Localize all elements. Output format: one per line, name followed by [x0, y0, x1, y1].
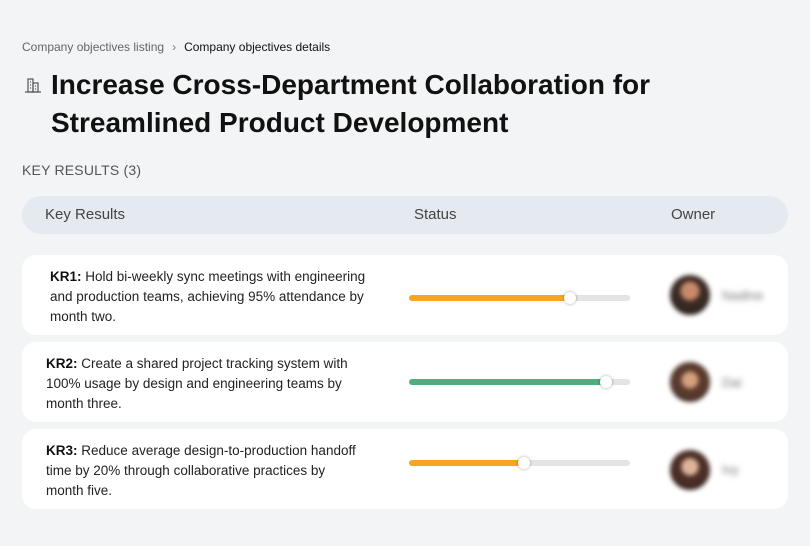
owner-name: Ivy [722, 462, 739, 477]
progress-bar[interactable] [409, 376, 630, 388]
breadcrumb-current: Company objectives details [184, 40, 331, 54]
progress-handle[interactable] [517, 457, 530, 469]
avatar[interactable] [670, 275, 710, 315]
key-result-row[interactable]: KR1: Hold bi-weekly sync meetings with e… [22, 255, 788, 335]
column-header-status[interactable]: Status [414, 206, 457, 223]
progress-fill [409, 379, 606, 385]
owner-name: Dai [722, 375, 742, 390]
owner-name: Nadine [722, 288, 764, 303]
avatar[interactable] [670, 362, 710, 402]
chevron-right-icon: › [172, 40, 177, 54]
progress-bar[interactable] [409, 292, 630, 304]
progress-fill [409, 460, 524, 466]
column-header-owner[interactable]: Owner [671, 206, 715, 223]
key-results-table-header: Key Results Status Owner [22, 196, 788, 234]
building-icon [25, 78, 41, 93]
key-result-text: Create a shared project tracking system … [46, 356, 348, 411]
key-result-row[interactable]: KR3: Reduce average design-to-production… [22, 429, 788, 509]
progress-handle[interactable] [599, 376, 612, 388]
breadcrumb: Company objectives listing › Company obj… [22, 40, 330, 54]
key-result-id: KR1: [50, 269, 82, 284]
key-result-row[interactable]: KR2: Create a shared project tracking sy… [22, 342, 788, 422]
avatar[interactable] [670, 450, 710, 490]
key-result-description: KR2: Create a shared project tracking sy… [46, 354, 366, 414]
progress-handle[interactable] [564, 292, 577, 304]
key-result-description: KR1: Hold bi-weekly sync meetings with e… [50, 267, 370, 327]
page-header: Increase Cross-Department Collaboration … [22, 66, 782, 142]
column-header-key-results[interactable]: Key Results [45, 206, 125, 223]
breadcrumb-link-objectives-listing[interactable]: Company objectives listing [22, 40, 164, 54]
key-result-text: Reduce average design-to-production hand… [46, 443, 356, 498]
key-results-count-label: KEY RESULTS (3) [22, 162, 142, 178]
page-title: Increase Cross-Department Collaboration … [51, 69, 651, 138]
key-result-id: KR2: [46, 356, 78, 371]
key-result-text: Hold bi-weekly sync meetings with engine… [50, 269, 366, 324]
key-result-description: KR3: Reduce average design-to-production… [46, 441, 366, 501]
progress-bar[interactable] [409, 457, 630, 469]
key-result-id: KR3: [46, 443, 78, 458]
progress-fill [409, 295, 571, 301]
